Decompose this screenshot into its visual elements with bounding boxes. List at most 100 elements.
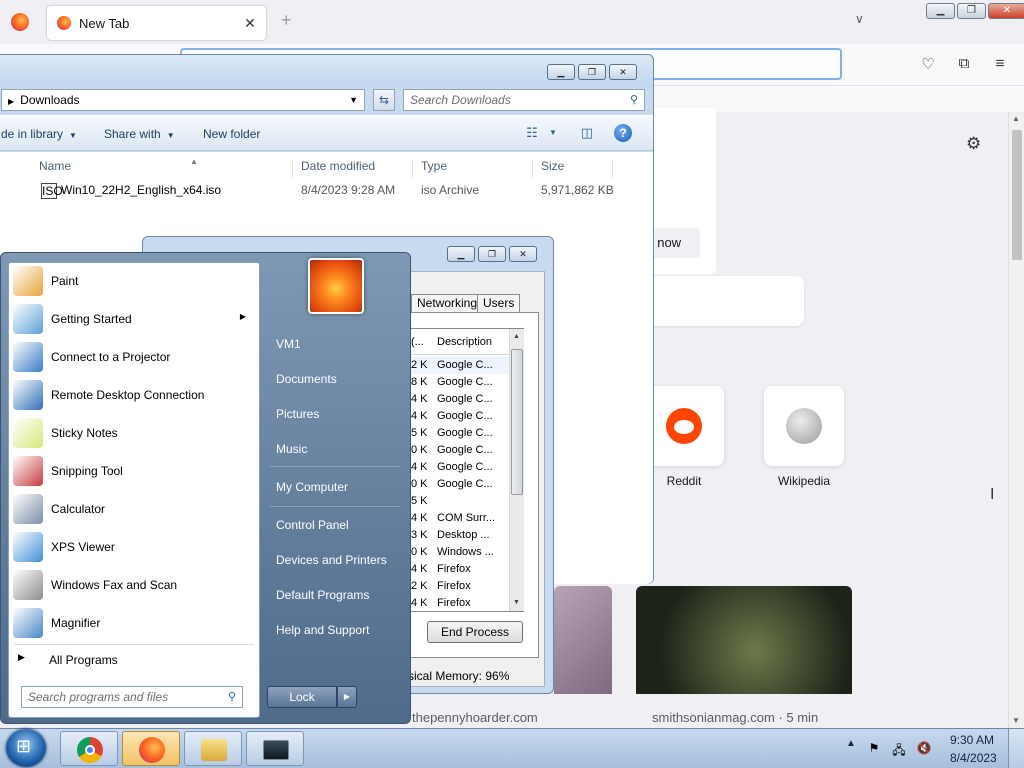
column-name[interactable]: ▲ Name (33, 157, 293, 179)
close-button[interactable]: ✕ (609, 64, 637, 80)
chevron-down-icon[interactable]: ▼ (349, 90, 358, 110)
minimize-button[interactable]: ▁ (926, 3, 955, 19)
taskbar-task-manager[interactable] (246, 731, 304, 766)
share-with-button[interactable]: Share with ▼ (104, 127, 175, 141)
start-menu-item[interactable]: Snipping Tool (10, 452, 258, 488)
end-process-button[interactable]: End Process (427, 621, 523, 643)
table-row[interactable]: 3 K Desktop ... (409, 527, 509, 544)
start-menu-item[interactable]: Paint (10, 262, 258, 298)
start-menu-item[interactable]: XPS Viewer (10, 528, 258, 564)
table-row[interactable]: 5 K (409, 493, 509, 510)
start-menu-item[interactable]: Connect to a Projector (10, 338, 258, 374)
search-icon[interactable]: ⚲ (228, 687, 236, 707)
story-image[interactable] (636, 586, 852, 694)
start-menu-link[interactable]: VM1 (276, 337, 301, 351)
column-description[interactable]: Description (437, 336, 492, 348)
maximize-button[interactable]: ❐ (957, 3, 986, 19)
scroll-down-icon[interactable]: ▼ (513, 599, 520, 606)
shutdown-options-button[interactable]: ▶ (337, 686, 357, 708)
table-row[interactable]: 4 K Firefox (409, 561, 509, 578)
tab-new-tab[interactable]: New Tab ✕ (47, 6, 266, 40)
start-menu-link[interactable]: Default Programs (276, 588, 369, 602)
table-row[interactable]: 2 K Firefox (409, 578, 509, 595)
shortcut-reddit[interactable] (644, 386, 724, 466)
clock-date[interactable]: 8/4/2023 (950, 751, 997, 765)
table-row[interactable]: 4 K Google C... (409, 391, 509, 408)
all-programs-button[interactable]: ▶ All Programs (14, 648, 254, 670)
minimize-button[interactable]: ▁ (447, 246, 475, 262)
shortcut-wikipedia[interactable] (764, 386, 844, 466)
scrollbar-thumb[interactable] (511, 349, 523, 495)
close-button[interactable]: ✕ (509, 246, 537, 262)
table-row[interactable]: ISO Win10_22H2_English_x64.iso 8/4/2023 … (35, 180, 615, 202)
start-menu-item[interactable]: Calculator (10, 490, 258, 526)
include-in-library-button[interactable]: de in library ▼ (1, 127, 77, 141)
process-list-scrollbar[interactable]: ▲ ▼ (509, 329, 524, 611)
column-memory[interactable]: (... (411, 336, 424, 348)
tab-users[interactable]: Users (477, 294, 521, 312)
start-menu-link[interactable]: Devices and Printers (276, 553, 387, 567)
tray-expand-button[interactable]: ▲ (846, 738, 856, 749)
start-button[interactable] (6, 729, 46, 767)
table-row[interactable]: 4 K COM Surr... (409, 510, 509, 527)
tab-networking[interactable]: Networking (411, 294, 484, 312)
taskbar-firefox[interactable] (122, 731, 180, 766)
search-icon[interactable]: ⚲ (630, 90, 638, 110)
maximize-button[interactable]: ❐ (578, 64, 606, 80)
breadcrumb-arrow-icon[interactable]: ▶ (8, 97, 14, 106)
table-row[interactable]: 2 K Google C... (409, 357, 509, 374)
lock-button[interactable]: Lock (267, 686, 337, 708)
volume-muted-icon[interactable]: 🔇 (916, 741, 932, 757)
start-menu-item[interactable]: Magnifier (10, 604, 258, 640)
close-tab-icon[interactable]: ✕ (240, 15, 260, 32)
help-icon[interactable]: ? (614, 124, 632, 142)
table-row[interactable]: 4 K Firefox (409, 595, 509, 612)
new-tab-button[interactable]: + (281, 10, 292, 31)
table-row[interactable]: 0 K Windows ... (409, 544, 509, 561)
table-row[interactable]: 4 K Google C... (409, 408, 509, 425)
view-options-icon[interactable]: ☷ (523, 124, 541, 142)
table-row[interactable]: 4 K Google C... (409, 459, 509, 476)
new-folder-button[interactable]: New folder (203, 127, 260, 141)
network-icon[interactable]: 🖧 (891, 741, 907, 757)
scroll-up-icon[interactable]: ▲ (1012, 114, 1020, 123)
start-menu-link[interactable]: Music (276, 442, 307, 456)
table-row[interactable]: 8 K Google C... (409, 374, 509, 391)
list-all-tabs-button[interactable]: ∨ (855, 12, 864, 26)
start-menu-link[interactable]: Control Panel (276, 518, 349, 532)
preview-pane-icon[interactable]: ◫ (578, 124, 596, 142)
process-list[interactable]: (... Description 2 K Google C... 8 K Google… (408, 328, 524, 612)
column-type[interactable]: Type (415, 159, 533, 179)
start-menu-link[interactable]: Pictures (276, 407, 319, 421)
start-menu-link[interactable]: My Computer (276, 480, 348, 494)
maximize-button[interactable]: ❐ (478, 246, 506, 262)
chevron-down-icon[interactable]: ▼ (544, 124, 562, 142)
story-source[interactable]: smithsonianmag.com · 5 min (652, 710, 818, 725)
column-date-modified[interactable]: Date modified (295, 159, 413, 179)
extensions-icon[interactable]: ⧉ (954, 55, 974, 75)
minimize-button[interactable]: ▁ (547, 64, 575, 80)
gear-icon[interactable]: ⚙ (966, 134, 981, 154)
breadcrumb[interactable]: Downloads (20, 93, 79, 107)
clock-time[interactable]: 9:30 AM (950, 733, 994, 747)
start-menu-item[interactable]: Sticky Notes (10, 414, 258, 450)
show-desktop-button[interactable] (1008, 729, 1024, 768)
search-input[interactable]: Search programs and files ⚲ (21, 686, 243, 708)
pocket-icon[interactable]: ♡ (918, 55, 938, 75)
page-scrollbar[interactable]: ▲ ▼ (1008, 112, 1024, 732)
table-row[interactable]: 5 K Google C... (409, 425, 509, 442)
taskbar-explorer[interactable] (184, 731, 242, 766)
table-row[interactable]: 0 K Google C... (409, 442, 509, 459)
scrollbar-thumb[interactable] (1012, 130, 1022, 260)
scroll-up-icon[interactable]: ▲ (513, 333, 520, 340)
column-size[interactable]: Size (535, 159, 613, 179)
story-source[interactable]: thepennyhoarder.com (412, 710, 538, 725)
refresh-button[interactable]: ⇆ (373, 89, 395, 111)
start-menu-item[interactable]: Getting Started ▶ (10, 300, 258, 336)
start-menu-link[interactable]: Documents (276, 372, 337, 386)
story-image[interactable] (554, 586, 612, 694)
start-menu-item[interactable]: Remote Desktop Connection (10, 376, 258, 412)
search-input[interactable]: Search Downloads ⚲ (403, 89, 645, 111)
table-row[interactable]: 0 K Google C... (409, 476, 509, 493)
action-center-icon[interactable]: ⚑ (866, 741, 882, 757)
